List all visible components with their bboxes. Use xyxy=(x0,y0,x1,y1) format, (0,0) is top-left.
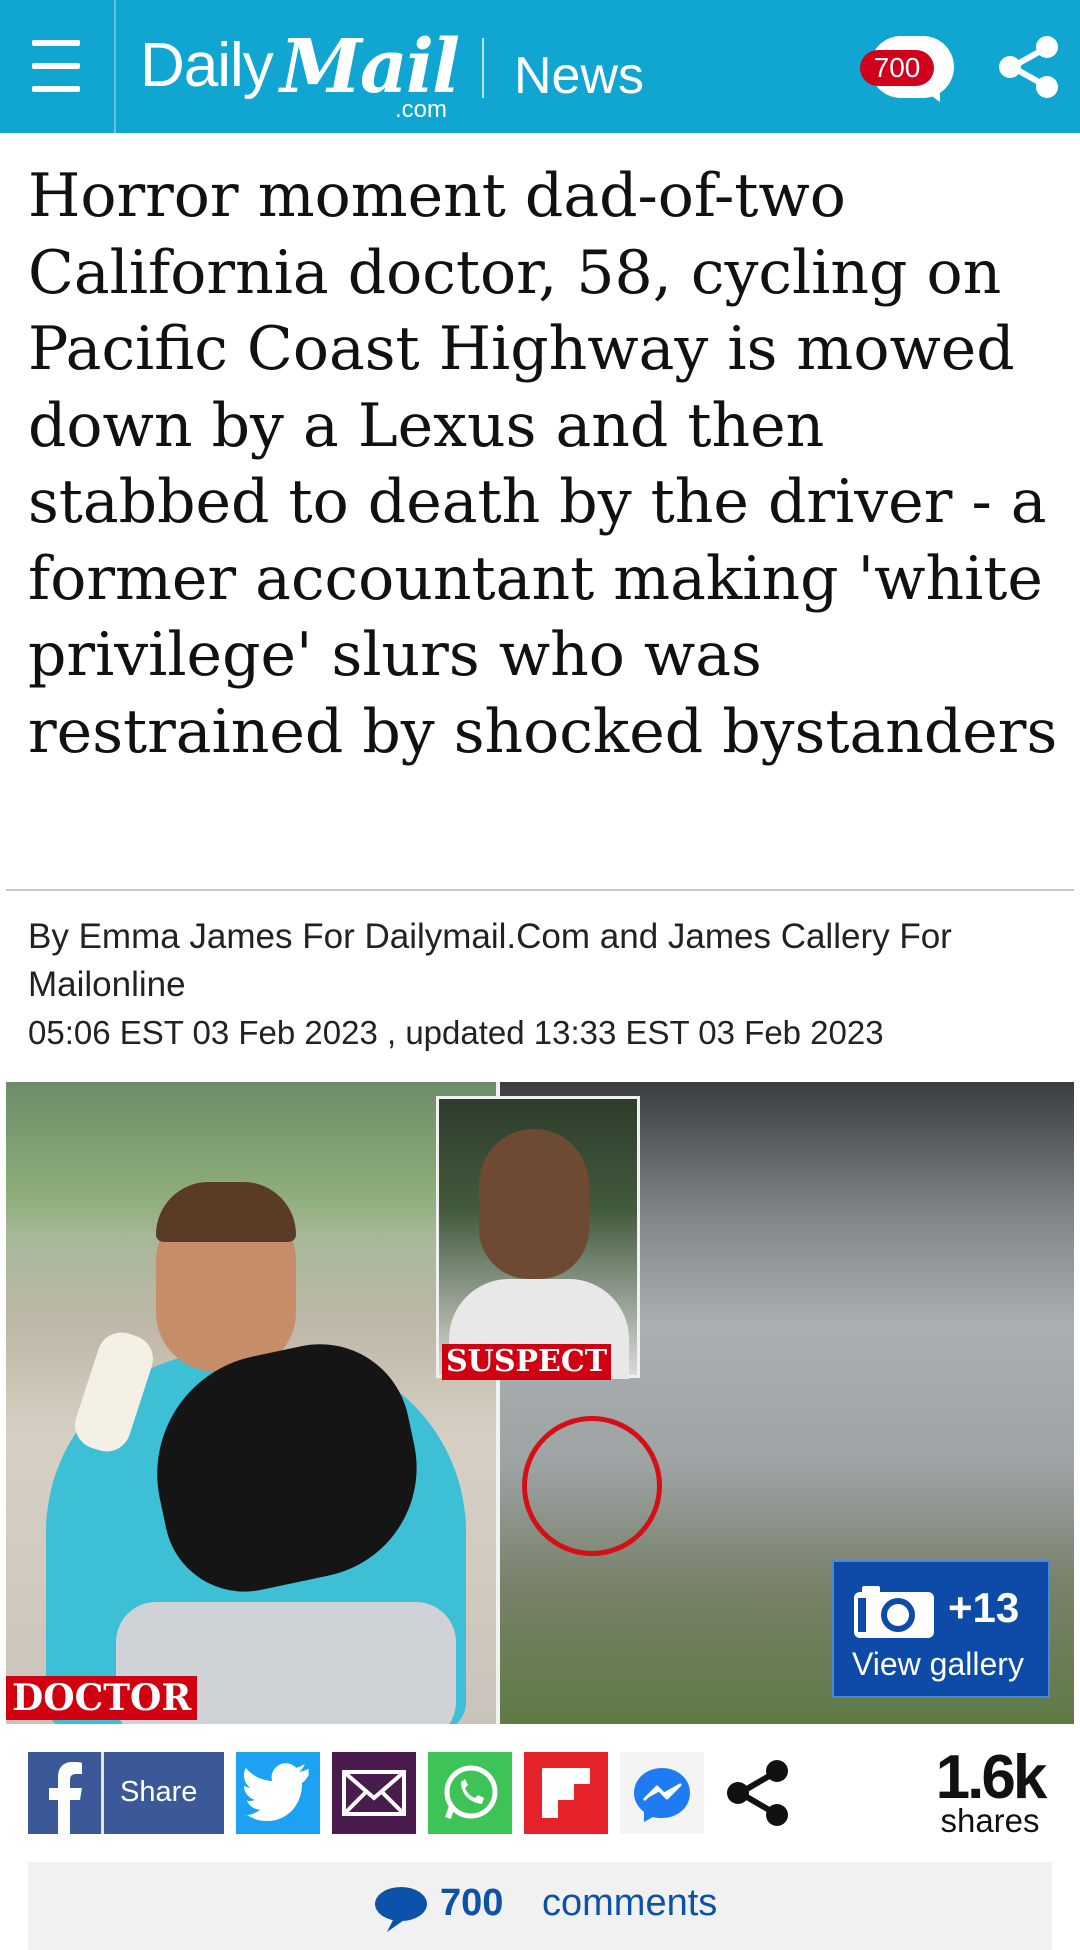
logo-dotcom: .com xyxy=(395,96,448,123)
doctor-photo xyxy=(6,1082,498,1724)
share-button[interactable] xyxy=(996,34,1062,100)
whatsapp-share-button[interactable] xyxy=(428,1752,512,1834)
view-gallery-button[interactable]: +13 View gallery xyxy=(832,1560,1050,1698)
logo-divider xyxy=(482,38,484,98)
article-headline: Horror moment dad-of-two California doct… xyxy=(28,161,1058,767)
gallery-count: +13 xyxy=(948,1584,1020,1631)
section-title[interactable]: News xyxy=(514,46,644,106)
hamburger-icon-bar xyxy=(32,63,80,69)
more-share-button[interactable] xyxy=(716,1752,800,1834)
whatsapp-icon xyxy=(444,1765,498,1819)
doctor-label: DOCTOR xyxy=(6,1676,198,1720)
photo-figure xyxy=(156,1182,296,1242)
gallery-label: View gallery xyxy=(852,1646,1024,1682)
email-share-button[interactable] xyxy=(332,1752,416,1834)
suspect-inset-photo xyxy=(436,1096,640,1379)
dateline: 05:06 EST 03 Feb 2023 , updated 13:33 ES… xyxy=(28,1014,884,1051)
divider xyxy=(6,889,1074,891)
messenger-icon xyxy=(634,1768,690,1822)
flipboard-icon xyxy=(542,1768,590,1818)
messenger-share-button[interactable] xyxy=(620,1752,704,1834)
comments-count: 700 xyxy=(440,1882,504,1924)
byline[interactable]: By Emma James For Dailymail.Com and Jame… xyxy=(28,913,1058,1009)
top-bar: Daily Mail .com News 700 xyxy=(0,0,1080,133)
hamburger-icon-bar xyxy=(32,86,80,92)
comment-count-badge: 700 xyxy=(860,50,934,86)
flipboard-share-button[interactable] xyxy=(524,1752,608,1834)
facebook-share-label: Share xyxy=(120,1776,198,1808)
email-icon xyxy=(342,1770,406,1816)
comment-bubble-icon xyxy=(375,1887,427,1932)
facebook-icon xyxy=(28,1752,104,1834)
hamburger-menu-button[interactable] xyxy=(0,0,116,133)
shares-label: shares xyxy=(940,1802,1040,1839)
facebook-share-button[interactable]: Share xyxy=(28,1752,224,1834)
suspect-label: SUSPECT xyxy=(442,1344,612,1380)
logo-daily: Daily xyxy=(140,31,274,100)
comments-count-button[interactable]: 700 xyxy=(860,36,960,107)
comments-button[interactable]: 700 comments xyxy=(28,1862,1052,1950)
hamburger-icon xyxy=(32,40,80,46)
share-icon xyxy=(727,1760,788,1826)
comments-label: comments xyxy=(542,1882,718,1924)
hero-image[interactable]: SUSPECT DOCTOR +13 View gallery xyxy=(6,1082,1074,1724)
highlight-circle xyxy=(522,1416,662,1556)
twitter-share-button[interactable] xyxy=(236,1752,320,1834)
share-icon xyxy=(999,36,1058,98)
photo-figure xyxy=(479,1129,589,1279)
twitter-icon xyxy=(244,1763,309,1822)
camera-icon xyxy=(854,1586,934,1638)
